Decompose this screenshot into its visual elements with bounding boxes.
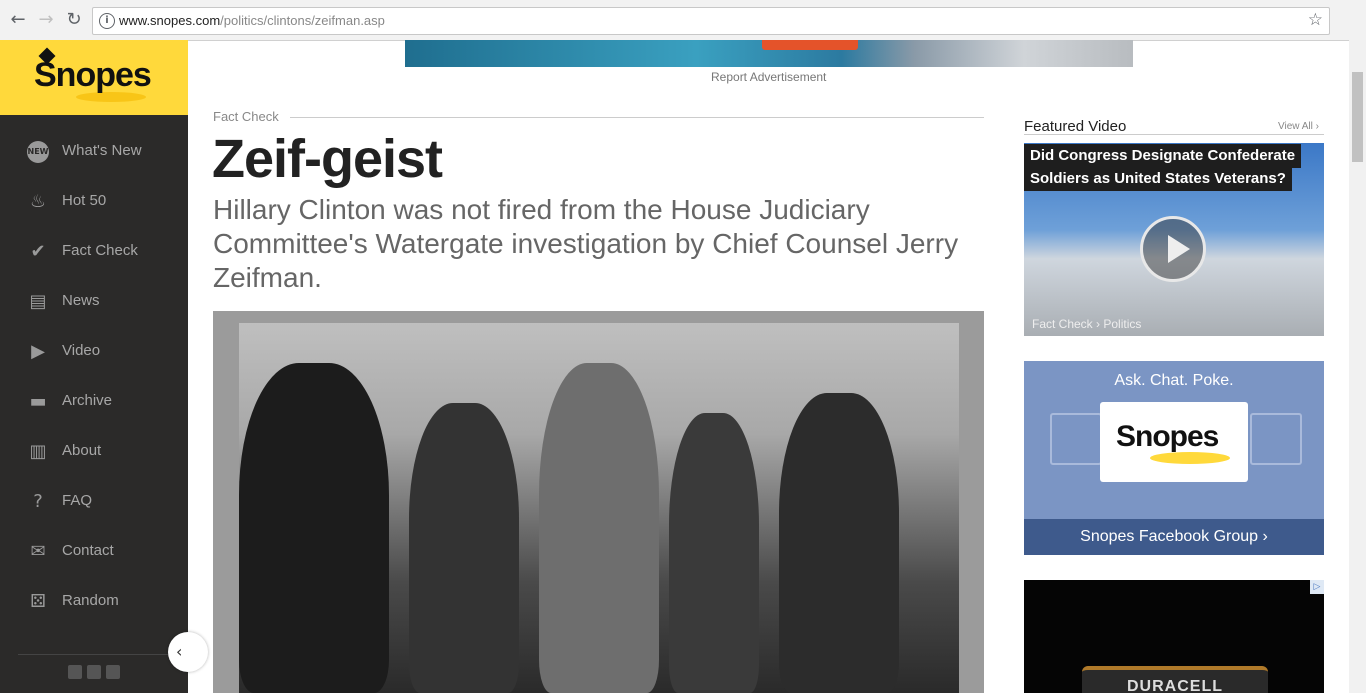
chat-bubble-icon xyxy=(1250,413,1302,465)
facebook-group-link-bar[interactable]: Snopes Facebook Group › xyxy=(1024,519,1324,555)
view-all-link[interactable]: View All › xyxy=(1278,121,1319,132)
address-bar[interactable]: i www.snopes.com/politics/clintons/zeifm… xyxy=(92,7,1330,35)
url-text[interactable]: www.snopes.com/politics/clintons/zeifman… xyxy=(119,13,385,28)
video-caption-line2[interactable]: Soldiers as United States Veterans? xyxy=(1024,167,1292,191)
new-badge-icon: NEW xyxy=(27,141,49,163)
featured-video-divider xyxy=(1024,134,1324,135)
social-links xyxy=(18,654,168,685)
sidebar-menu: NEW What's New ♨ Hot 50 ✔ Fact Check ▤ N… xyxy=(0,128,188,628)
url-path: /politics/clintons/zeifman.asp xyxy=(220,13,385,28)
twitter-icon[interactable] xyxy=(87,665,101,679)
play-circle-icon: ▶ xyxy=(31,341,45,362)
sidebar-item-label: About xyxy=(62,442,102,459)
article-subtitle: Hillary Clinton was not fired from the H… xyxy=(213,194,959,293)
ad-cta-button[interactable] xyxy=(762,40,858,50)
facebook-icon[interactable] xyxy=(68,665,82,679)
chat-bubble-icon xyxy=(1050,413,1102,465)
sidebar-item-video[interactable]: ▶ Video xyxy=(0,328,188,378)
facebook-group-link[interactable]: Snopes Facebook Group › xyxy=(1024,528,1324,546)
ad-battery-image: DURACELL xyxy=(1082,666,1268,693)
sidebar-item-contact[interactable]: ✉ Contact xyxy=(0,528,188,578)
sidebar-item-about[interactable]: ▥ About xyxy=(0,428,188,478)
photo-image xyxy=(239,323,959,693)
play-button-icon[interactable] xyxy=(1140,216,1206,282)
report-advertisement-link[interactable]: Report Advertisement xyxy=(711,70,826,84)
collapse-sidebar-button[interactable]: ‹ xyxy=(168,632,208,672)
chevron-left-icon: ‹ xyxy=(176,642,183,661)
sidebar-item-label: Random xyxy=(62,592,119,609)
sidebar: Snopes NEW What's New ♨ Hot 50 ✔ Fact Ch… xyxy=(0,40,188,693)
article-photo xyxy=(213,311,984,693)
video-caption-line1[interactable]: Did Congress Designate Confederate xyxy=(1024,144,1302,168)
logo-text: Snopes xyxy=(34,56,152,94)
facebook-group-promo[interactable]: Ask. Chat. Poke. Snopes Snopes Facebook … xyxy=(1024,361,1324,555)
promo-tagline: Ask. Chat. Poke. xyxy=(1114,372,1234,389)
ad-brand-text: DURACELL xyxy=(1127,678,1223,693)
photo-figure xyxy=(669,413,759,693)
question-icon: ? xyxy=(33,491,43,512)
promo-logo-text: Snopes xyxy=(1116,420,1219,453)
top-banner-ad[interactable] xyxy=(405,40,1133,67)
sidebar-item-faq[interactable]: ? FAQ xyxy=(0,478,188,528)
archive-box-icon: ▬ xyxy=(29,391,47,412)
url-host: www.snopes.com xyxy=(119,13,221,28)
sidebar-item-label: Hot 50 xyxy=(62,192,107,209)
sidebar-item-label: What's New xyxy=(62,142,142,159)
browser-toolbar: ← → ↻ i www.snopes.com/politics/clintons… xyxy=(0,0,1366,41)
sidebar-item-label: Fact Check xyxy=(62,242,138,259)
page-scrollbar[interactable] xyxy=(1349,40,1366,693)
sidebar-item-label: Video xyxy=(62,342,101,359)
sidebar-ad[interactable]: ▷ DURACELL xyxy=(1024,580,1324,693)
scrollbar-thumb[interactable] xyxy=(1352,72,1363,162)
newspaper-icon: ▤ xyxy=(29,291,47,312)
featured-video-player[interactable]: Did Congress Designate Confederate Soldi… xyxy=(1024,143,1324,336)
forward-arrow-icon[interactable]: → xyxy=(36,10,56,30)
photo-figure xyxy=(409,403,519,693)
site-info-icon[interactable]: i xyxy=(99,13,115,29)
sidebar-item-label: News xyxy=(62,292,100,309)
snopes-logo-card: Snopes xyxy=(1100,402,1248,482)
youtube-icon[interactable] xyxy=(106,665,120,679)
sidebar-item-fact-check[interactable]: ✔ Fact Check xyxy=(0,228,188,278)
featured-video-heading: Featured Video xyxy=(1024,118,1127,135)
photo-figure xyxy=(539,363,659,693)
envelope-icon: ✉ xyxy=(30,541,46,562)
flame-icon: ♨ xyxy=(29,191,47,212)
back-arrow-icon[interactable]: ← xyxy=(8,10,28,30)
checkmark-circle-icon: ✔ xyxy=(30,241,46,262)
snopes-logo[interactable]: Snopes xyxy=(0,40,188,115)
photo-figure xyxy=(779,393,899,693)
sidebar-item-archive[interactable]: ▬ Archive xyxy=(0,378,188,428)
book-icon: ▥ xyxy=(29,441,47,462)
sidebar-item-label: FAQ xyxy=(62,492,93,509)
adchoices-icon[interactable]: ▷ xyxy=(1310,580,1324,594)
sidebar-item-whats-new[interactable]: NEW What's New xyxy=(0,128,188,178)
sidebar-item-random[interactable]: ⚄ Random xyxy=(0,578,188,628)
page-title: Zeif-geist xyxy=(212,129,443,189)
photo-figure xyxy=(239,363,389,693)
dice-icon: ⚄ xyxy=(30,591,46,612)
sidebar-item-label: Contact xyxy=(62,542,114,559)
article-kicker[interactable]: Fact Check xyxy=(213,109,279,124)
bookmark-star-icon[interactable]: ☆ xyxy=(1308,10,1323,30)
sidebar-item-label: Archive xyxy=(62,392,113,409)
video-category[interactable]: Fact Check › Politics xyxy=(1032,317,1141,331)
sidebar-item-hot-50[interactable]: ♨ Hot 50 xyxy=(0,178,188,228)
reload-icon[interactable]: ↻ xyxy=(64,10,84,30)
sidebar-item-news[interactable]: ▤ News xyxy=(0,278,188,328)
kicker-divider xyxy=(290,117,984,118)
